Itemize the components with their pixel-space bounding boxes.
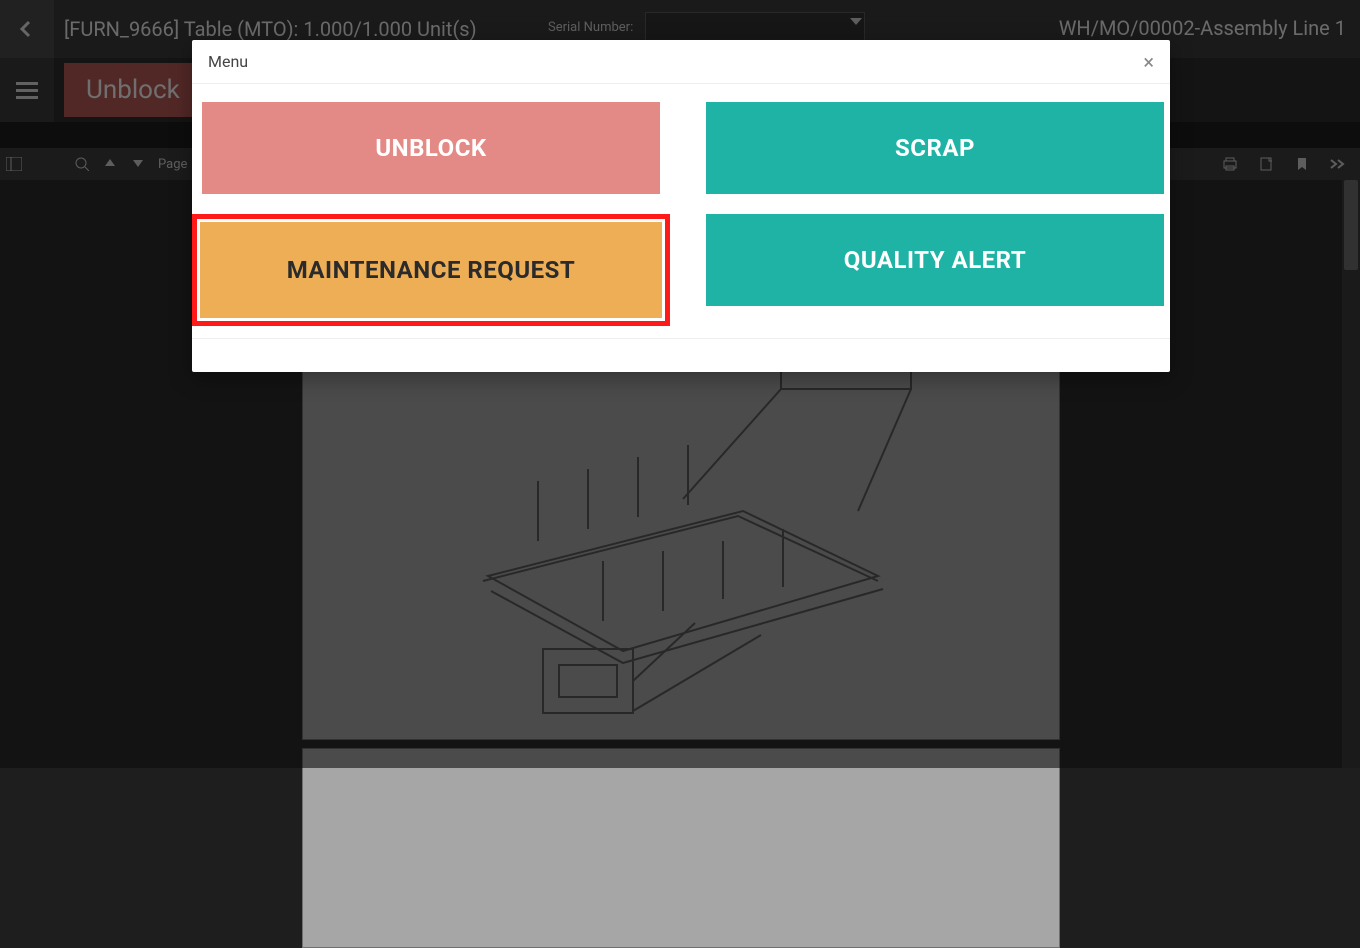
unblock-button[interactable]: UNBLOCK bbox=[202, 102, 660, 194]
maintenance-request-button[interactable]: MAINTENANCE REQUEST bbox=[200, 222, 662, 318]
focused-button-highlight: MAINTENANCE REQUEST bbox=[192, 214, 670, 326]
menu-modal: Menu × UNBLOCK SCRAP MAINTENANCE REQUEST… bbox=[192, 40, 1170, 372]
modal-title: Menu bbox=[208, 52, 248, 71]
modal-header: Menu × bbox=[192, 40, 1170, 84]
quality-alert-button[interactable]: QUALITY ALERT bbox=[706, 214, 1164, 306]
pdf-page-2 bbox=[302, 748, 1060, 948]
modal-footer bbox=[192, 338, 1170, 372]
modal-body: UNBLOCK SCRAP MAINTENANCE REQUEST QUALIT… bbox=[192, 84, 1170, 338]
scrap-button[interactable]: SCRAP bbox=[706, 102, 1164, 194]
modal-close-button[interactable]: × bbox=[1143, 52, 1154, 72]
